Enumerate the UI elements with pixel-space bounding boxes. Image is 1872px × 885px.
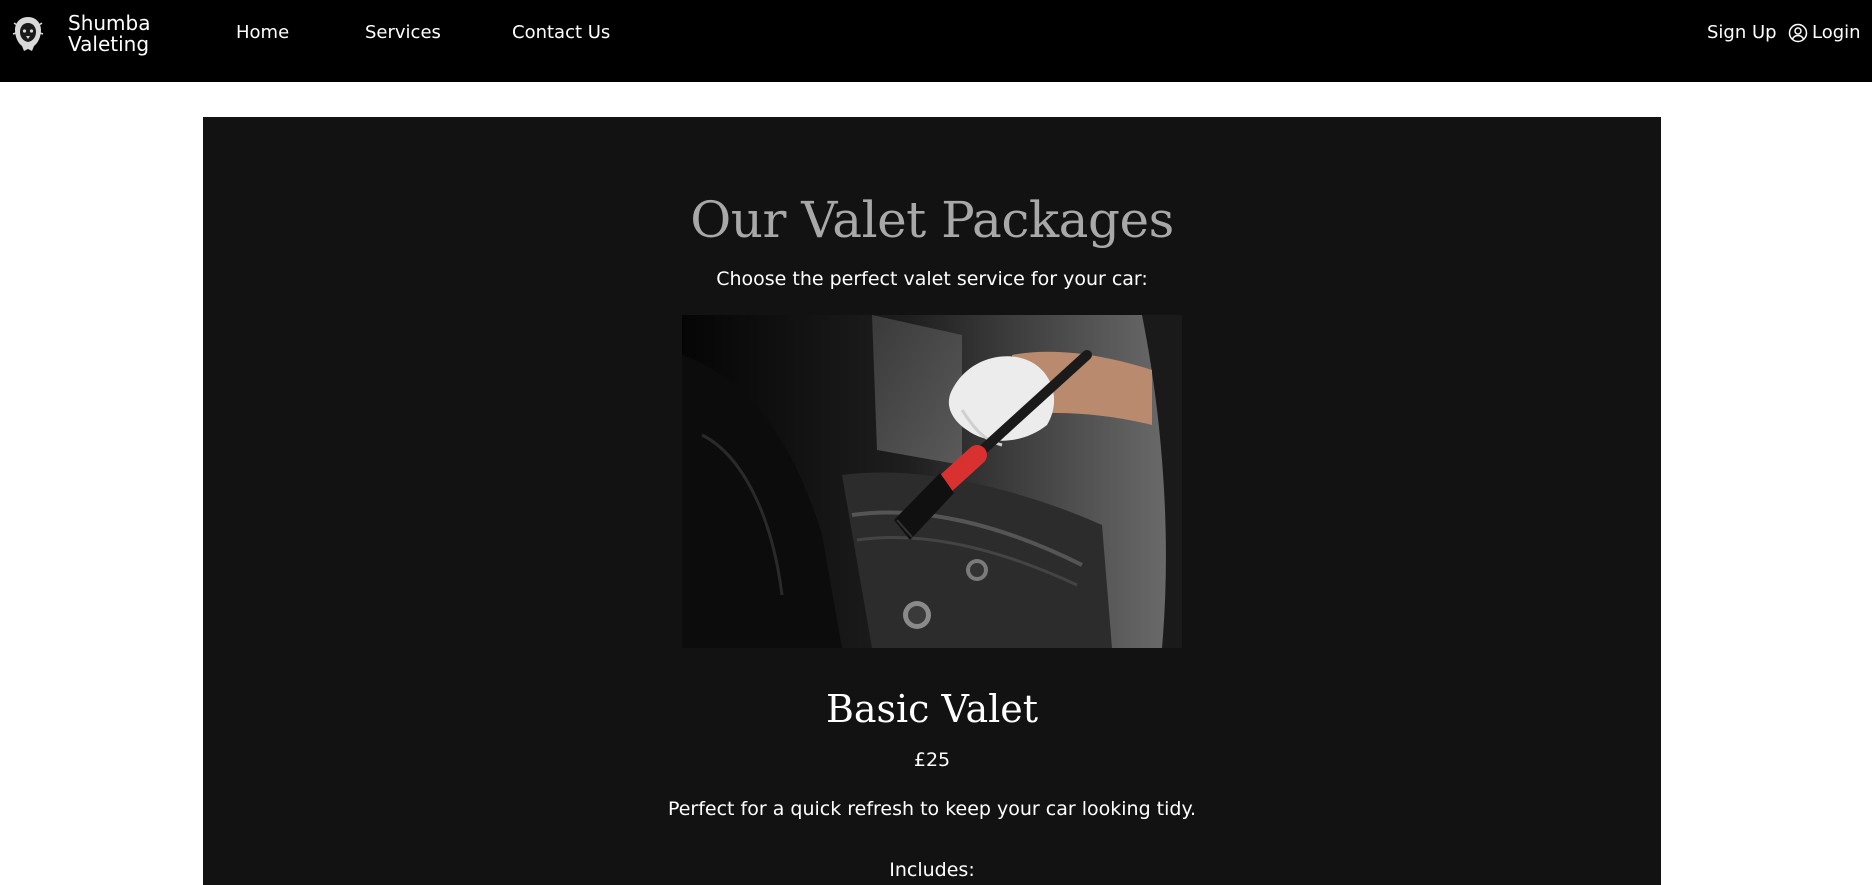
lion-logo-icon[interactable] bbox=[12, 15, 44, 53]
login-link[interactable]: Login bbox=[1788, 22, 1861, 43]
brand-line-1: Shumba bbox=[68, 11, 151, 35]
car-interior-cleaning-image bbox=[682, 315, 1182, 648]
user-circle-icon bbox=[1788, 23, 1808, 42]
package-title: Basic Valet bbox=[825, 687, 1039, 731]
package-price: £25 bbox=[913, 749, 951, 771]
signup-link[interactable]: Sign Up bbox=[1707, 22, 1777, 43]
top-navbar: Shumba Valeting Home Services Contact Us… bbox=[0, 0, 1872, 82]
package-description: Perfect for a quick refresh to keep your… bbox=[667, 798, 1197, 820]
nav-contact-link[interactable]: Contact Us bbox=[512, 22, 610, 43]
packages-panel: Our Valet Packages Choose the perfect va… bbox=[203, 117, 1661, 885]
nav-services-link[interactable]: Services bbox=[365, 22, 441, 43]
brand-name[interactable]: Shumba Valeting bbox=[68, 13, 150, 55]
page-subtitle: Choose the perfect valet service for you… bbox=[716, 268, 1148, 290]
nav-home-link[interactable]: Home bbox=[236, 22, 289, 43]
brand-line-2: Valeting bbox=[68, 32, 150, 56]
login-label: Login bbox=[1812, 22, 1861, 43]
package-includes-label: Includes: bbox=[889, 859, 975, 881]
page-title: Our Valet Packages bbox=[690, 191, 1174, 249]
